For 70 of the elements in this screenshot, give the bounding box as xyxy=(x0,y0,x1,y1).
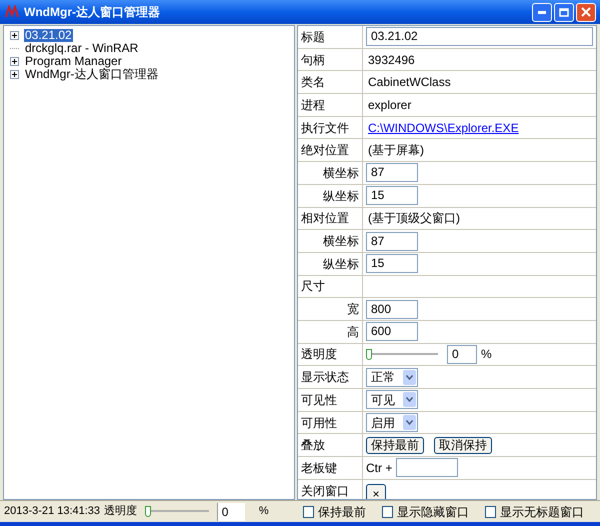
topmost-button[interactable]: 保持最前 xyxy=(366,436,424,454)
opacity-field[interactable]: 0 xyxy=(216,502,245,520)
tree-item[interactable]: drckglq.rar - WinRAR xyxy=(24,42,140,55)
close-window-button[interactable]: × xyxy=(366,484,386,499)
property-label: 纵坐标 xyxy=(298,252,363,276)
minimize-icon xyxy=(538,10,546,14)
app-logo-icon xyxy=(4,5,20,19)
close-icon xyxy=(581,7,591,17)
property-value: CabinetWClass xyxy=(367,74,452,92)
property-label: 可见性 xyxy=(298,389,363,412)
property-label: 高 xyxy=(298,320,363,344)
maximize-icon xyxy=(559,8,569,16)
checkbox-label: 显示无标题窗口 xyxy=(500,504,584,520)
property-value: (基于屏幕) xyxy=(367,142,425,160)
unit-label: % xyxy=(481,346,492,364)
tree-item[interactable]: Program Manager xyxy=(24,55,123,68)
property-label: 类名 xyxy=(298,71,363,94)
slider-thumb[interactable] xyxy=(145,506,152,517)
property-label: 执行文件 xyxy=(298,116,363,140)
property-label: 句柄 xyxy=(298,48,363,72)
property-label: 横坐标 xyxy=(298,230,363,253)
opacity-label: 透明度 xyxy=(104,504,138,520)
checkbox[interactable] xyxy=(382,506,393,518)
input-field[interactable] xyxy=(396,458,458,478)
input-field[interactable]: 0 xyxy=(447,344,477,364)
property-value: 3932496 xyxy=(367,52,416,69)
topmost-button[interactable]: 取消保持 xyxy=(434,436,492,454)
dropdown[interactable]: 启用 xyxy=(366,413,418,432)
hotkey-prefix: Ctr + xyxy=(366,460,392,477)
property-label: 进程 xyxy=(298,94,363,117)
property-label: 横坐标 xyxy=(298,162,363,185)
property-label: 绝对位置 xyxy=(298,139,363,162)
property-label: 相对位置 xyxy=(298,208,363,230)
property-label: 尺寸 xyxy=(298,276,363,298)
property-label: 纵坐标 xyxy=(298,184,363,208)
property-label: 可用性 xyxy=(298,412,363,434)
tree-item[interactable]: 03.21.02 xyxy=(24,29,73,42)
expand-icon[interactable] xyxy=(10,57,19,66)
tree-item[interactable]: WndMgr-达人窗口管理器 xyxy=(24,68,160,81)
checkbox[interactable] xyxy=(484,506,496,518)
expand-icon[interactable] xyxy=(10,31,19,40)
property-value: (基于顶级父窗口) xyxy=(367,210,461,228)
input-field[interactable]: 87 xyxy=(366,232,418,251)
property-label: 老板键 xyxy=(298,457,363,480)
property-label: 标题 xyxy=(298,26,363,49)
expand-icon[interactable] xyxy=(10,70,19,79)
input-field[interactable]: 03.21.02 xyxy=(366,27,593,46)
input-field[interactable]: 15 xyxy=(366,254,418,274)
checkbox[interactable] xyxy=(302,506,314,518)
dropdown[interactable]: 正常 xyxy=(366,368,418,387)
input-field[interactable]: 87 xyxy=(366,163,418,182)
property-label: 宽 xyxy=(298,298,363,321)
window-title: WndMgr-达人窗口管理器 xyxy=(24,4,160,21)
property-label: 叠放 xyxy=(298,434,363,458)
checkbox-label: 保持最前 xyxy=(318,504,366,520)
close-button[interactable] xyxy=(576,2,596,22)
file-link[interactable]: C:\WINDOWS\Explorer.EXE xyxy=(366,118,521,137)
property-value: explorer xyxy=(367,96,412,114)
property-label: 透明度 xyxy=(298,344,363,366)
dropdown[interactable]: 可见 xyxy=(366,390,418,410)
maximize-button[interactable] xyxy=(554,2,574,22)
input-field[interactable]: 15 xyxy=(366,186,418,206)
input-field[interactable]: 600 xyxy=(366,322,418,342)
slider-thumb[interactable] xyxy=(366,348,372,360)
property-label: 显示状态 xyxy=(298,366,363,389)
checkbox-label: 显示隐藏窗口 xyxy=(396,504,469,520)
input-field[interactable]: 800 xyxy=(366,300,418,319)
status-time: 2013-3-21 13:41:33 xyxy=(4,504,100,520)
minimize-button[interactable] xyxy=(532,2,552,22)
unit-label: % xyxy=(258,504,269,520)
